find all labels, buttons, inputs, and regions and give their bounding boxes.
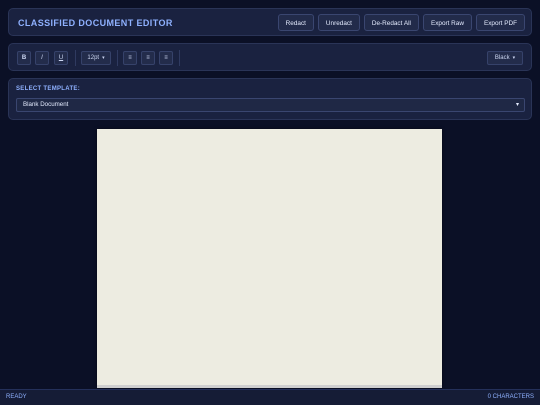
status-bar: READY 0 CHARACTERS bbox=[0, 389, 540, 405]
toolbar-divider bbox=[117, 50, 118, 66]
align-center-button[interactable]: ≡ bbox=[141, 51, 155, 65]
export-raw-button[interactable]: Export Raw bbox=[422, 14, 472, 31]
format-toolbar: B I U 12pt ▾ ≡ ≡ ≡ Black ▾ bbox=[8, 43, 532, 71]
text-color-value: Black bbox=[494, 55, 510, 61]
template-label: SELECT TEMPLATE: bbox=[16, 86, 81, 92]
character-count: 0 CHARACTERS bbox=[487, 394, 534, 400]
app-header: CLASSIFIED DOCUMENT EDITOR Redact Unreda… bbox=[8, 8, 532, 36]
redact-button[interactable]: Redact bbox=[277, 14, 314, 31]
de-redact-all-button[interactable]: De-Redact All bbox=[363, 14, 419, 31]
chevron-down-icon: ▾ bbox=[515, 102, 519, 108]
font-size-value: 12pt bbox=[87, 55, 100, 61]
underline-button[interactable]: U bbox=[54, 51, 68, 65]
template-panel: SELECT TEMPLATE: Blank Document ▾ bbox=[8, 78, 532, 120]
unredact-button[interactable]: Unredact bbox=[317, 14, 360, 31]
status-text: READY bbox=[6, 394, 27, 400]
toolbar-divider bbox=[75, 50, 76, 66]
align-left-button[interactable]: ≡ bbox=[123, 51, 137, 65]
template-selected-value: Blank Document bbox=[23, 101, 69, 108]
align-right-button[interactable]: ≡ bbox=[159, 51, 173, 65]
font-size-select[interactable]: 12pt ▾ bbox=[81, 51, 111, 65]
template-select[interactable]: Blank Document ▾ bbox=[16, 98, 525, 112]
document-page[interactable] bbox=[97, 129, 442, 387]
toolbar-divider bbox=[179, 50, 180, 66]
app-title: CLASSIFIED DOCUMENT EDITOR bbox=[18, 18, 173, 28]
header-actions: Redact Unredact De-Redact All Export Raw… bbox=[277, 14, 525, 31]
text-color-select[interactable]: Black ▾ bbox=[487, 51, 523, 65]
bold-button[interactable]: B bbox=[17, 51, 31, 65]
italic-button[interactable]: I bbox=[35, 51, 49, 65]
page-edge bbox=[97, 385, 442, 388]
chevron-down-icon: ▾ bbox=[512, 55, 516, 61]
chevron-down-icon: ▾ bbox=[102, 55, 105, 61]
export-pdf-button[interactable]: Export PDF bbox=[475, 14, 525, 31]
